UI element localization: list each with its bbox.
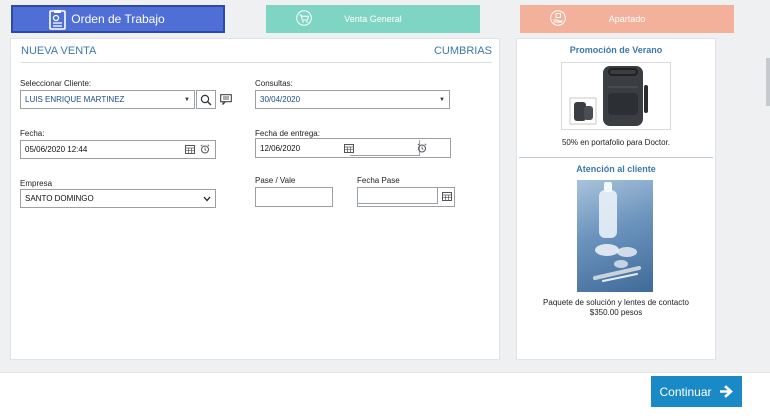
arrow-right-icon xyxy=(719,385,733,398)
page-title: NUEVA VENTA xyxy=(21,45,97,57)
fecha-value: 05/06/2020 12:44 xyxy=(25,145,88,154)
calendar-icon[interactable] xyxy=(185,145,195,154)
empresa-select[interactable]: SANTO DOMINGO xyxy=(20,189,216,208)
hand-box-icon xyxy=(550,10,566,26)
promo-caption: 50% en portafolio para Doctor. xyxy=(561,138,671,147)
care-caption-line-2: $350.00 pesos xyxy=(589,308,643,317)
care-title: Atención al cliente xyxy=(576,164,656,174)
client-value: LUIS ENRIQUE MARTINEZ xyxy=(25,95,125,104)
clipboard-icon xyxy=(49,10,66,30)
calendar-icon[interactable] xyxy=(442,192,452,201)
care-caption-line-1: Paquete de solución y lentes de contacto xyxy=(543,298,689,307)
promo-title: Promoción de Verano xyxy=(569,45,663,55)
chevron-down-icon: ▼ xyxy=(439,96,445,103)
tab-label: Venta General xyxy=(344,14,402,24)
fecha-pase-label: Fecha Pase xyxy=(357,176,400,185)
promo-image[interactable] xyxy=(561,62,671,130)
chevron-down-icon xyxy=(203,196,211,201)
search-client-button[interactable] xyxy=(196,90,216,109)
client-select[interactable]: LUIS ENRIQUE MARTINEZ ▼ xyxy=(20,90,195,109)
tab-venta-general[interactable]: Venta General xyxy=(266,5,480,33)
cart-icon xyxy=(296,10,312,26)
fecha-pase-divider xyxy=(358,188,438,204)
continue-button[interactable]: Continuar xyxy=(651,376,742,407)
empresa-value: SANTO DOMINGO xyxy=(25,194,94,203)
tab-label: Apartado xyxy=(608,14,646,24)
continue-label: Continuar xyxy=(659,384,712,399)
tab-orden-de-trabajo[interactable]: Orden de Trabajo xyxy=(11,5,225,33)
backpack-icon xyxy=(569,66,648,126)
calendar-icon[interactable] xyxy=(344,144,354,153)
tab-label: Orden de Trabajo xyxy=(71,12,165,26)
entrega-divider xyxy=(350,140,420,156)
brand-name: CUMBRIAS xyxy=(433,45,492,57)
pase-input[interactable] xyxy=(255,187,333,207)
consultas-label: Consultas: xyxy=(255,79,293,88)
fecha-label: Fecha: xyxy=(20,129,45,138)
sale-type-tabs: Orden de Trabajo Venta General Apartado xyxy=(0,5,770,35)
contact-lens-kit-icon xyxy=(593,182,641,282)
card-header: NUEVA VENTA CUMBRIAS xyxy=(21,45,492,63)
consultas-select[interactable]: 30/04/2020 ▼ xyxy=(255,90,450,109)
comment-icon[interactable] xyxy=(220,94,232,105)
client-label: Seleccionar Cliente: xyxy=(20,79,92,88)
entrega-label: Fecha de entrega: xyxy=(255,129,320,138)
search-icon xyxy=(200,94,212,105)
side-divider xyxy=(519,157,713,158)
promotions-panel: Promoción de Verano 50% en portafolio pa… xyxy=(516,38,716,360)
consultas-value: 30/04/2020 xyxy=(260,95,301,104)
care-image[interactable] xyxy=(577,180,653,292)
alarm-clock-icon[interactable] xyxy=(417,143,427,153)
chevron-down-icon: ▼ xyxy=(184,96,190,103)
new-sale-card: NUEVA VENTA CUMBRIAS Seleccionar Cliente… xyxy=(10,38,500,360)
tab-apartado[interactable]: Apartado xyxy=(520,5,734,33)
pase-label: Pase / Vale xyxy=(255,176,296,185)
empresa-label: Empresa xyxy=(20,179,53,188)
alarm-clock-icon[interactable] xyxy=(200,144,210,154)
scrollbar[interactable] xyxy=(766,58,770,106)
